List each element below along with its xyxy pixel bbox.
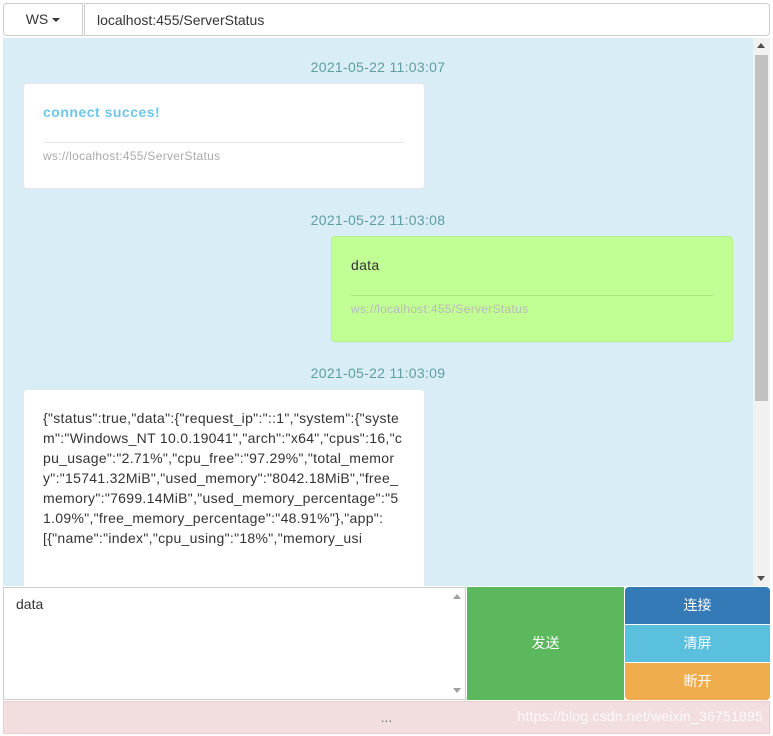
message-timestamp: 2021-05-22 11:03:09 [310,365,446,381]
message-content: data [351,257,380,273]
scroll-down-icon[interactable] [757,576,765,581]
message-timestamp: 2021-05-22 11:03:08 [310,212,446,228]
message-list[interactable]: 2021-05-22 11:03:07 connect succes! ws:/… [3,38,770,586]
scroll-up-icon[interactable] [453,594,461,599]
message-bubble-received: connect succes! ws://localhost:455/Serve… [23,83,425,189]
message-divider [43,142,405,143]
caret-down-icon [52,18,61,23]
message-timestamp: 2021-05-22 11:03:07 [310,59,446,75]
message-source: ws://localhost:455/ServerStatus [43,149,221,163]
address-bar: WS [0,0,773,38]
protocol-dropdown-button[interactable]: WS [3,3,83,36]
scroll-thumb[interactable] [755,55,768,401]
protocol-label: WS [25,11,49,27]
url-input[interactable] [84,3,770,36]
input-scrollbar[interactable] [448,588,465,699]
connect-button[interactable]: 连接 [625,587,770,624]
disconnect-button[interactable]: 断开 [625,663,770,700]
scroll-down-icon[interactable] [453,688,461,693]
message-input[interactable]: data [4,588,450,699]
message-source: ws://localhost:455/ServerStatus [351,302,529,316]
watermark: https://blog.csdn.net/weixin_36751895 [517,708,763,724]
message-divider [351,295,713,296]
status-text: ... [380,709,393,725]
message-input-box: data [3,587,466,700]
scroll-up-icon[interactable] [757,43,765,48]
message-content: connect succes! [43,104,161,120]
message-content: {"status":true,"data":{"request_ip":"::1… [43,410,403,546]
clear-screen-button[interactable]: 清屏 [625,625,770,662]
message-bubble-received: {"status":true,"data":{"request_ip":"::1… [23,389,425,586]
send-button[interactable]: 发送 [467,587,624,700]
message-bubble-sent: data ws://localhost:455/ServerStatus [331,236,733,342]
message-scrollbar[interactable] [753,38,770,586]
